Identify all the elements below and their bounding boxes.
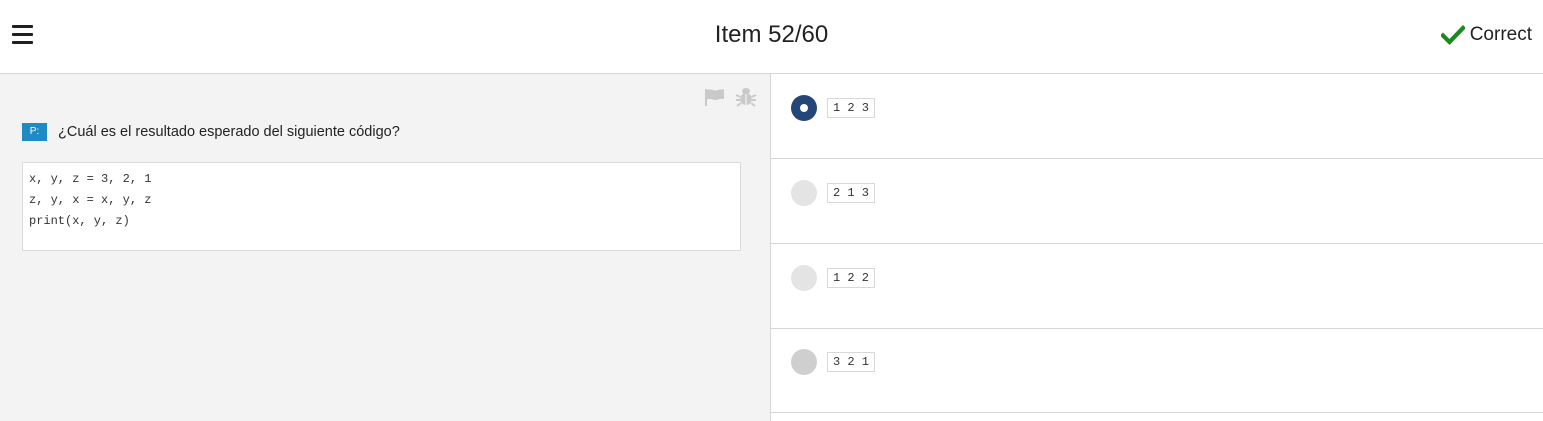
option-code: 3 2 1 [827,352,876,372]
answer-options: 1 2 3 2 1 3 1 2 2 3 2 1 [771,74,1543,421]
top-bar: Item 52/60 Correct [0,0,1543,74]
answer-option-4[interactable]: 3 2 1 [771,328,1543,413]
page-title: Item 52/60 [714,21,829,48]
radio-selected[interactable] [791,95,817,121]
question-row: P: ¿Cuál es el resultado esperado del si… [22,123,400,141]
answer-option-3[interactable]: 1 2 2 [771,244,1543,329]
radio-unselected[interactable] [791,180,817,206]
option-code: 2 1 3 [827,183,876,203]
status-indicator: Correct [1440,22,1532,48]
hamburger-menu-icon[interactable] [12,24,34,46]
code-line: x, y, z = 3, 2, 1 [29,172,152,186]
status-label: Correct [1469,24,1532,45]
answer-option-1[interactable]: 1 2 3 [771,74,1543,159]
checkmark-icon [1440,25,1465,45]
question-pane: P: ¿Cuál es el resultado esperado del si… [0,74,771,421]
code-block: x, y, z = 3, 2, 1 z, y, x = x, y, z prin… [22,162,741,251]
radio-unselected[interactable] [791,349,817,375]
flag-icon[interactable] [703,86,725,108]
radio-unselected[interactable] [791,265,817,291]
bug-icon[interactable] [735,86,757,108]
option-code: 1 2 2 [827,268,876,288]
option-code: 1 2 3 [827,98,876,118]
question-text: ¿Cuál es el resultado esperado del sigui… [58,124,400,140]
code-line: z, y, x = x, y, z [29,193,152,207]
code-line: print(x, y, z) [29,214,130,228]
question-badge: P: [22,123,47,141]
answer-option-2[interactable]: 2 1 3 [771,159,1543,244]
